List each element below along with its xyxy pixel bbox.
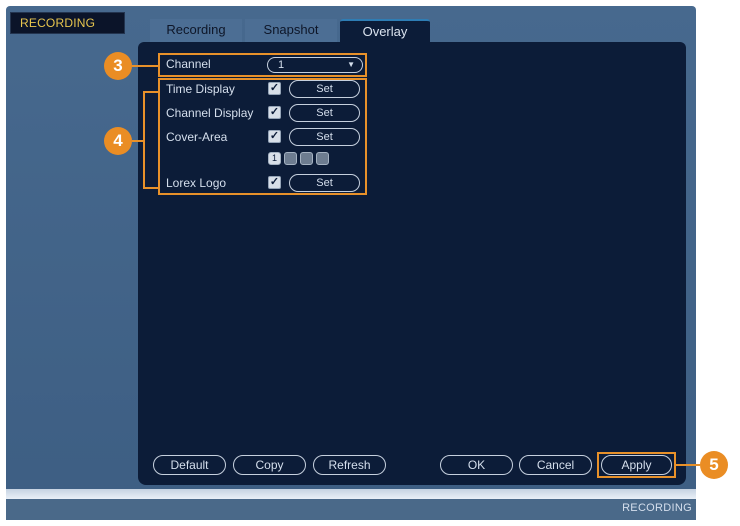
copy-button[interactable]: Copy [233, 455, 306, 475]
channel-highlight [158, 53, 367, 77]
tab-overlay[interactable]: Overlay [340, 19, 430, 43]
callout-leader [143, 187, 159, 189]
callout-bracket [143, 91, 145, 189]
tab-snapshot[interactable]: Snapshot [245, 19, 337, 43]
callout-badge: 5 [700, 451, 728, 479]
callout-badge: 4 [104, 127, 132, 155]
callout-leader [676, 464, 700, 466]
default-button[interactable]: Default [153, 455, 226, 475]
divider-bar [6, 489, 696, 499]
callout-badge: 3 [104, 52, 132, 80]
overlay-options-highlight [158, 78, 367, 195]
status-bar-label: RECORDING [622, 502, 692, 514]
callout-leader [143, 91, 159, 93]
ok-button[interactable]: OK [440, 455, 513, 475]
cancel-button[interactable]: Cancel [519, 455, 592, 475]
window-title: RECORDING [10, 12, 125, 34]
callout-leader [132, 65, 159, 67]
tab-recording[interactable]: Recording [150, 19, 242, 43]
refresh-button[interactable]: Refresh [313, 455, 386, 475]
status-bar: RECORDING [6, 499, 696, 520]
apply-highlight [597, 452, 676, 478]
